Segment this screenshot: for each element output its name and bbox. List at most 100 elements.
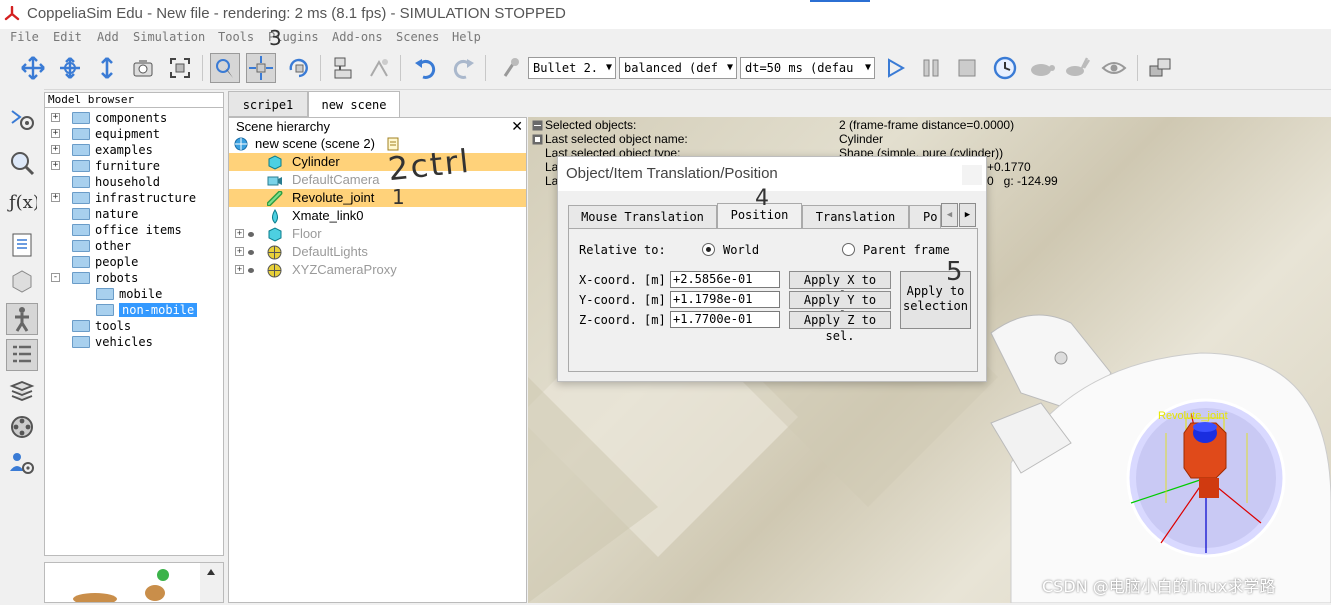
tab-scroll-left-icon[interactable]: ◀ [941, 203, 958, 227]
tab-new-scene[interactable]: new scene [308, 91, 400, 118]
apply-y-button[interactable]: Apply Y to sel. [789, 291, 891, 323]
menu-edit[interactable]: Edit [53, 30, 82, 44]
assemble-icon[interactable] [328, 53, 358, 83]
tree-item-non-mobile[interactable]: non-mobile [96, 302, 223, 318]
info-selected-label: Selected objects: [545, 118, 637, 132]
x-coord-input[interactable]: +2.5856e-01 [670, 271, 780, 288]
simulation-settings-icon[interactable] [6, 103, 38, 135]
scene-item-floor[interactable]: + Floor [229, 225, 526, 243]
folder-icon [72, 336, 90, 348]
scene-item-xmate-link0[interactable]: Xmate_link0 [229, 207, 526, 225]
tab-scroll-right-icon[interactable]: ▶ [959, 203, 976, 227]
menu-scenes[interactable]: Scenes [396, 30, 439, 44]
scene-hierarchy-toggle-icon[interactable] [6, 339, 38, 371]
info-selected-value: 2 (frame-frame distance=0.0000) [839, 118, 1015, 132]
object-shift-icon[interactable] [246, 53, 276, 83]
folder-icon [72, 112, 90, 124]
undo-icon[interactable] [411, 53, 441, 83]
tab-mouse-translation[interactable]: Mouse Translation [568, 205, 717, 229]
radio-world[interactable] [702, 243, 715, 256]
y-coord-input[interactable]: +1.1798e-01 [670, 291, 780, 308]
scripts-icon[interactable] [6, 229, 38, 261]
object-rotate-icon[interactable] [284, 53, 314, 83]
watermark: CSDN @电脑小白的linux求学路 [1042, 577, 1276, 596]
model-browser-panel: Model browser + components + equipment + ex… [44, 92, 224, 556]
folder-icon [72, 272, 90, 284]
model-dot-icon [248, 250, 254, 255]
translation-position-dialog: Object/Item Translation/Position Mouse T… [557, 156, 987, 382]
calculation-modules-icon[interactable]: ƒ(x) [6, 185, 38, 217]
camera-icon [267, 176, 282, 186]
apply-x-button[interactable]: Apply X to sel. [789, 271, 891, 303]
menu-addons[interactable]: Add-ons [332, 30, 383, 44]
radio-parent-frame[interactable] [842, 243, 855, 256]
folder-icon [72, 224, 90, 236]
layers-toggle-icon[interactable] [6, 375, 38, 407]
scene-item-defaultlights[interactable]: + DefaultLights [229, 243, 526, 261]
pause-icon[interactable] [916, 53, 946, 83]
rotate-view-icon[interactable] [55, 53, 85, 83]
selection-icon[interactable] [6, 147, 38, 179]
folder-icon [96, 288, 114, 300]
slow-down-icon[interactable] [1027, 53, 1057, 83]
close-icon[interactable]: ✕ [511, 118, 523, 135]
timestep-select[interactable]: dt=50 ms (defau ▼ [740, 57, 875, 79]
menu-file[interactable]: File [10, 30, 39, 44]
robot-thumbnail-icon [73, 563, 223, 605]
redo-icon[interactable] [448, 53, 478, 83]
expand-icon[interactable]: + [235, 265, 244, 274]
layers-icon[interactable] [1146, 53, 1176, 83]
scene-item-cylinder[interactable]: Cylinder [229, 153, 526, 171]
z-coord-label: Z-coord. [m] [579, 313, 666, 327]
z-coord-input[interactable]: +1.7700e-01 [670, 311, 780, 328]
dynamics-icon[interactable] [496, 53, 526, 83]
folder-icon [72, 128, 90, 140]
physics-engine-select[interactable]: Bullet 2. ▼ [528, 57, 616, 79]
position-tab-panel: Relative to: World Parent frame X-coord.… [568, 228, 978, 372]
dialog-close-icon[interactable] [962, 165, 982, 185]
play-icon[interactable] [880, 53, 910, 83]
tab-scripe1[interactable]: scripe1 [228, 91, 308, 117]
stop-icon[interactable] [952, 53, 982, 83]
accuracy-select[interactable]: balanced (def ▼ [619, 57, 737, 79]
scene-root[interactable]: new scene (scene 2) [229, 135, 526, 153]
fit-view-icon[interactable] [165, 53, 195, 83]
shape-edit-icon[interactable] [6, 265, 38, 297]
model-browser-header: Model browser [45, 93, 223, 108]
shift-view-icon[interactable] [92, 53, 122, 83]
dummy-icon [267, 263, 282, 278]
menu-simulation[interactable]: Simulation [133, 30, 205, 44]
video-recorder-icon[interactable] [6, 411, 38, 443]
tab-po[interactable]: Po [909, 205, 941, 229]
folder-icon [72, 240, 90, 252]
scene-item-revolute-joint[interactable]: Revolute_joint [229, 189, 526, 207]
expand-icon[interactable]: + [235, 229, 244, 238]
model-dot-icon [248, 232, 254, 237]
speed-up-icon[interactable] [1062, 53, 1092, 83]
tab-translation[interactable]: Translation [802, 205, 909, 229]
visualization-icon[interactable] [1099, 53, 1129, 83]
info-toggle-icon[interactable] [532, 120, 543, 131]
user-settings-icon[interactable] [6, 447, 38, 479]
title-bar: CoppeliaSim Edu - New file - rendering: … [0, 0, 1331, 29]
select-icon[interactable] [210, 53, 240, 83]
menu-add[interactable]: Add [97, 30, 119, 44]
model-browser-toggle-icon[interactable] [6, 303, 38, 335]
camera-icon[interactable] [128, 53, 158, 83]
transfer-dna-icon[interactable] [364, 53, 394, 83]
menu-tools[interactable]: Tools [218, 30, 254, 44]
folder-icon [72, 320, 90, 332]
scene-item-defaultcamera[interactable]: DefaultCamera [229, 171, 526, 189]
model-preview[interactable] [44, 562, 224, 605]
title-accent [810, 0, 870, 2]
pan-icon[interactable] [18, 53, 48, 83]
realtime-icon[interactable] [990, 53, 1020, 83]
folder-icon [72, 176, 90, 188]
apply-z-button[interactable]: Apply Z to sel. [789, 311, 891, 343]
info-panel-icon[interactable] [532, 134, 543, 145]
expand-icon[interactable]: + [235, 247, 244, 256]
folder-icon [72, 192, 90, 204]
menu-help[interactable]: Help [452, 30, 481, 44]
scene-item-xyzcameraproxy[interactable]: + XYZCameraProxy [229, 261, 526, 279]
window-title: CoppeliaSim Edu - New file - rendering: … [27, 5, 566, 22]
